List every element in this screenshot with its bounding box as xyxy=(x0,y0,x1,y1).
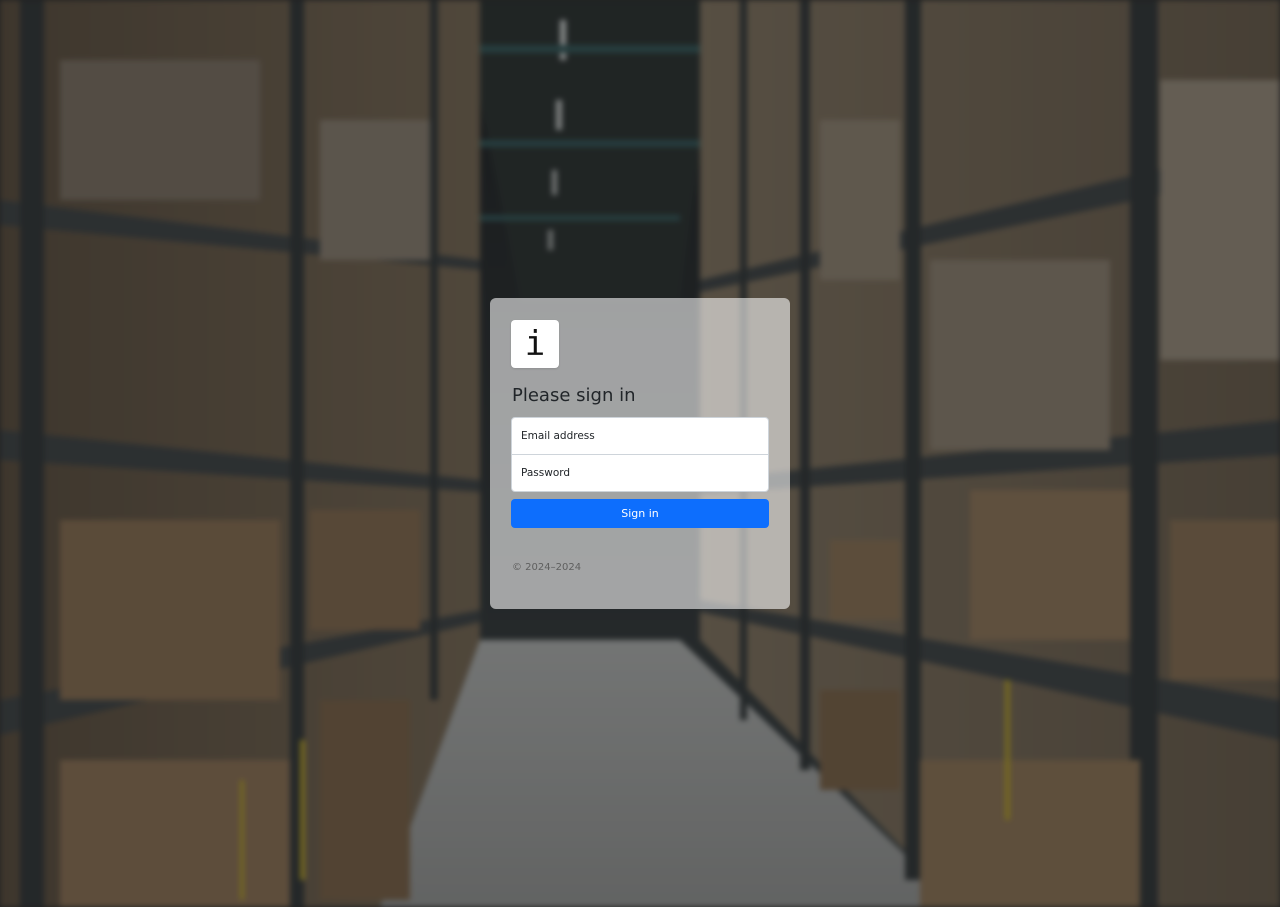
signin-card: i Please sign in Sign in © 2024–2024 xyxy=(490,298,790,609)
logo: i xyxy=(511,320,559,368)
email-field[interactable] xyxy=(511,417,769,455)
sign-in-button[interactable]: Sign in xyxy=(511,499,769,528)
signin-heading: Please sign in xyxy=(512,385,636,406)
info-icon: i xyxy=(524,324,546,364)
password-field[interactable] xyxy=(511,454,769,492)
signin-form: Sign in xyxy=(511,417,769,528)
copyright-footer: © 2024–2024 xyxy=(512,562,582,573)
